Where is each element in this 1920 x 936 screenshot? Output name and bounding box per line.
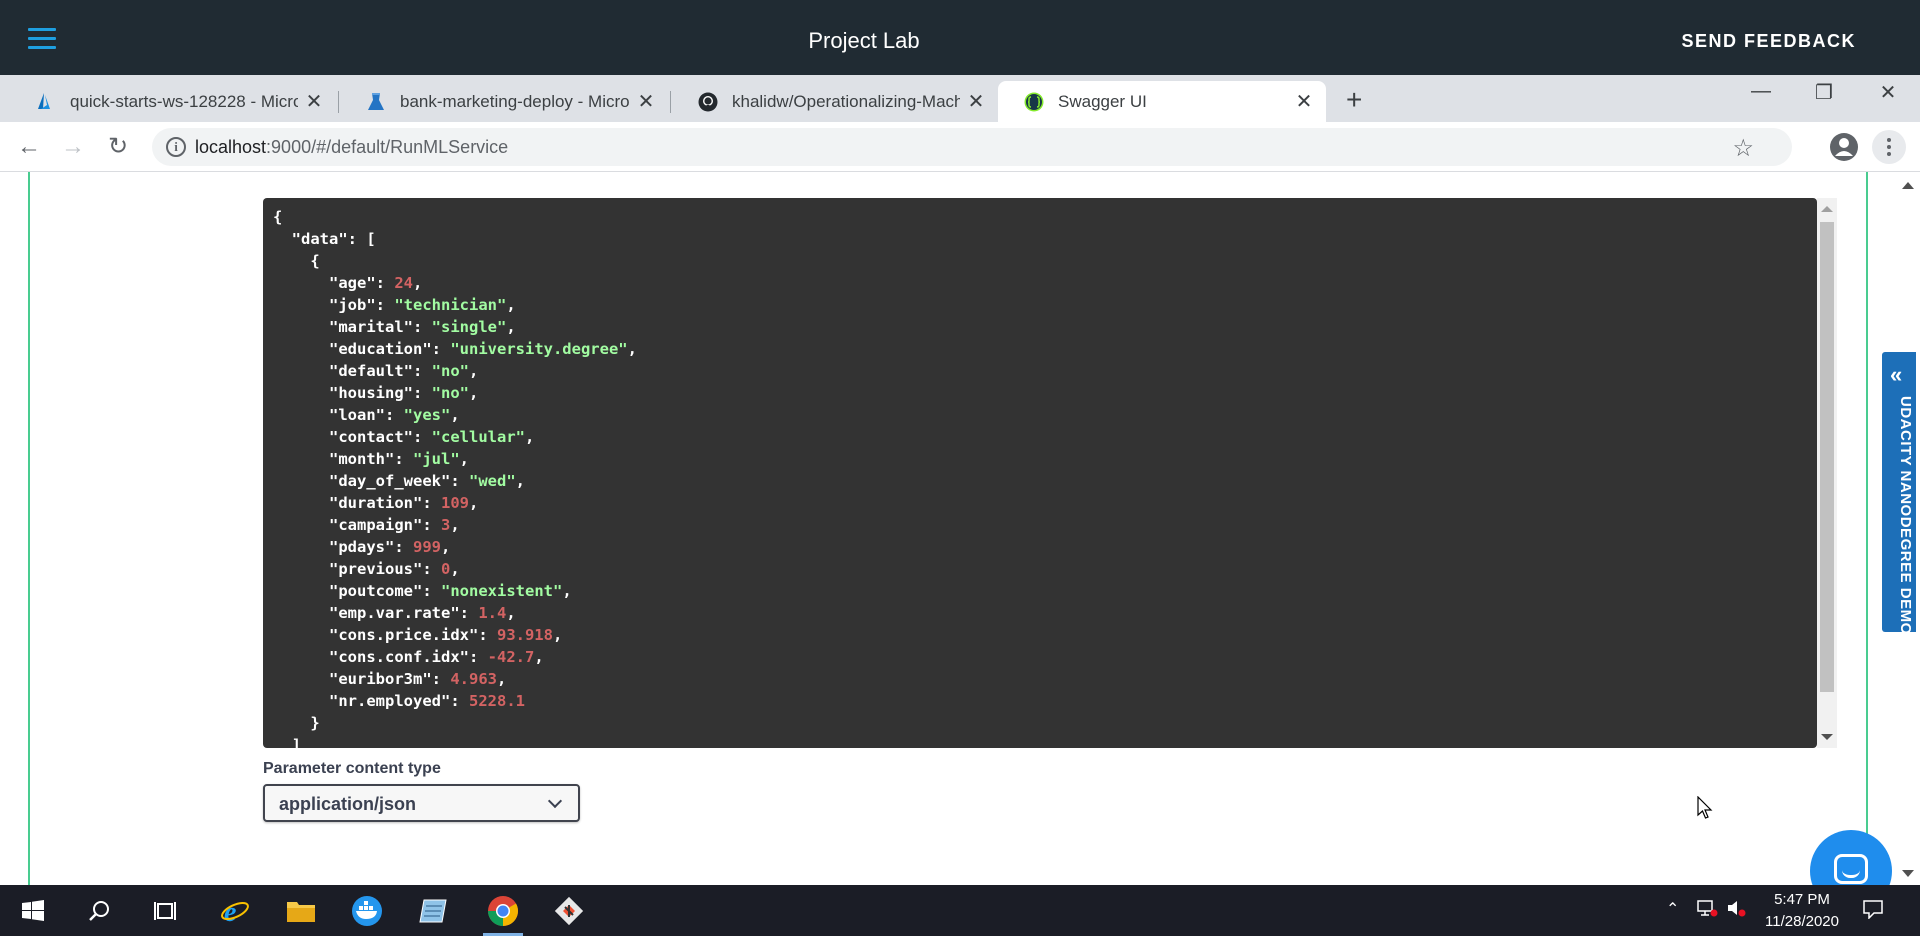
chevron-down-icon xyxy=(547,793,563,809)
json-field-line: "loan": "yes", xyxy=(329,406,460,424)
search-icon[interactable] xyxy=(82,894,116,928)
forward-arrow-icon[interactable]: → xyxy=(58,132,88,162)
request-body-editor[interactable]: { "data": [ { "age": 24, "job": "technic… xyxy=(263,198,1837,748)
maximize-icon[interactable]: ❐ xyxy=(1804,80,1844,105)
request-body-code[interactable]: { "data": [ { "age": 24, "job": "technic… xyxy=(263,198,1817,748)
close-tab-icon[interactable]: ✕ xyxy=(966,89,986,114)
side-tab-label: UDACITY NANODEGREE DEMO xyxy=(1897,396,1914,635)
scrollbar-thumb[interactable] xyxy=(1820,222,1834,692)
json-field-line: "previous": 0, xyxy=(329,560,460,578)
address-bar[interactable]: i localhost:9000/#/default/RunMLService … xyxy=(152,128,1792,166)
browser-tab[interactable]: khalidw/Operationalizing-Machine-Learnin… xyxy=(672,81,998,122)
docker-icon[interactable] xyxy=(350,894,384,928)
close-window-icon[interactable]: ✕ xyxy=(1868,80,1908,105)
page-scroll-up-icon[interactable] xyxy=(1902,182,1914,189)
git-icon[interactable] xyxy=(552,894,586,928)
tab-label: bank-marketing-deploy - Microsoft Azure … xyxy=(400,91,630,111)
json-field-line: "education": "university.degree", xyxy=(329,340,637,358)
profile-avatar-icon[interactable] xyxy=(1830,133,1858,161)
tray-expand-icon[interactable]: ⌃ xyxy=(1666,899,1679,919)
json-field-line: "poutcome": "nonexistent", xyxy=(329,582,572,600)
clock-date: 11/28/2020 xyxy=(1765,913,1839,930)
json-field-line: "age": 24, xyxy=(329,274,423,292)
system-clock[interactable]: 5:47 PM 11/28/2020 xyxy=(1762,889,1842,933)
clock-time: 5:47 PM xyxy=(1774,891,1830,908)
page-scroll-down-icon[interactable] xyxy=(1902,870,1914,877)
json-field-line: "euribor3m": 4.963, xyxy=(329,670,507,688)
json-field-line: "day_of_week": "wed", xyxy=(329,472,526,490)
content-type-select[interactable]: application/json xyxy=(263,784,580,822)
minimize-icon[interactable]: — xyxy=(1741,80,1781,103)
content-type-selected: application/json xyxy=(279,794,417,814)
json-field-line: "marital": "single", xyxy=(329,318,516,336)
notepad-icon[interactable] xyxy=(416,894,450,928)
json-field-line: "pdays": 999, xyxy=(329,538,451,556)
browser-tab-active[interactable]: Swagger UI ✕ xyxy=(998,81,1326,122)
reload-icon[interactable]: ↻ xyxy=(103,132,133,162)
site-info-icon[interactable]: i xyxy=(166,137,186,157)
svg-text:e: e xyxy=(224,897,236,926)
tab-label: Swagger UI xyxy=(1058,91,1147,111)
send-feedback-button[interactable]: SEND FEEDBACK xyxy=(1681,31,1856,52)
json-field-line: "job": "technician", xyxy=(329,296,516,314)
json-field-line: "cons.price.idx": 93.918, xyxy=(329,626,563,644)
double-chevron-left-icon: « xyxy=(1890,362,1903,387)
bookmark-star-icon[interactable]: ☆ xyxy=(1732,134,1754,163)
internet-explorer-icon[interactable]: e xyxy=(218,894,252,928)
back-arrow-icon[interactable]: ← xyxy=(14,132,44,162)
json-field-line: "nr.employed": 5228.1 xyxy=(329,692,525,710)
scroll-down-arrow-icon[interactable] xyxy=(1821,734,1833,740)
windows-start-icon[interactable] xyxy=(16,894,50,928)
notifications-icon[interactable] xyxy=(1862,899,1884,924)
windows-taskbar: e ⌃ 5:47 PM 11/28/2020 xyxy=(0,885,1920,936)
json-field-line: "month": "jul", xyxy=(329,450,470,468)
json-field-line: "duration": 109, xyxy=(329,494,479,512)
code-scrollbar[interactable] xyxy=(1817,198,1837,748)
close-tab-icon[interactable]: ✕ xyxy=(304,89,324,114)
scroll-up-arrow-icon[interactable] xyxy=(1821,206,1833,212)
browser-tab-strip: quick-starts-ws-128228 - Microsoft Azure… xyxy=(0,75,1920,122)
parameter-content-type-label: Parameter content type xyxy=(263,760,441,777)
volume-muted-icon[interactable] xyxy=(1726,899,1748,922)
azure-icon xyxy=(36,92,56,112)
file-explorer-icon[interactable] xyxy=(284,894,318,928)
azure-ml-icon xyxy=(366,92,386,112)
browser-tab[interactable]: quick-starts-ws-128228 - Microsoft Azure… xyxy=(10,81,336,122)
json-field-line: "cons.conf.idx": -42.7, xyxy=(329,648,544,666)
json-field-line: "emp.var.rate": 1.4, xyxy=(329,604,516,622)
tab-label: quick-starts-ws-128228 - Microsoft Azure xyxy=(70,91,298,111)
new-tab-button[interactable]: + xyxy=(1346,84,1362,116)
close-tab-icon[interactable]: ✕ xyxy=(636,89,656,114)
browser-menu-icon[interactable] xyxy=(1872,130,1906,164)
url-text[interactable]: localhost:9000/#/default/RunMLService xyxy=(195,137,508,158)
browser-tab[interactable]: bank-marketing-deploy - Microsoft Azure … xyxy=(340,81,668,122)
app-title: Project Lab xyxy=(808,28,920,53)
close-tab-icon[interactable]: ✕ xyxy=(1294,89,1314,114)
browser-toolbar: ← → ↻ i localhost:9000/#/default/RunMLSe… xyxy=(0,122,1920,172)
tab-label: khalidw/Operationalizing-Machine-Learnin… xyxy=(732,91,960,111)
json-field-line: "contact": "cellular", xyxy=(329,428,535,446)
json-field-line: "campaign": 3, xyxy=(329,516,460,534)
chrome-icon[interactable] xyxy=(486,894,520,928)
chat-icon xyxy=(1834,854,1868,884)
json-field-line: "housing": "no", xyxy=(329,384,479,402)
github-icon xyxy=(698,92,718,112)
json-field-line: "default": "no", xyxy=(329,362,479,380)
app-bar: Project Lab SEND FEEDBACK xyxy=(0,0,1920,75)
udacity-side-tab[interactable]: « UDACITY NANODEGREE DEMO xyxy=(1882,352,1916,635)
mouse-cursor-icon xyxy=(1697,796,1713,819)
network-icon[interactable] xyxy=(1697,899,1719,922)
task-view-icon[interactable] xyxy=(148,894,182,928)
swagger-icon xyxy=(1024,92,1044,112)
